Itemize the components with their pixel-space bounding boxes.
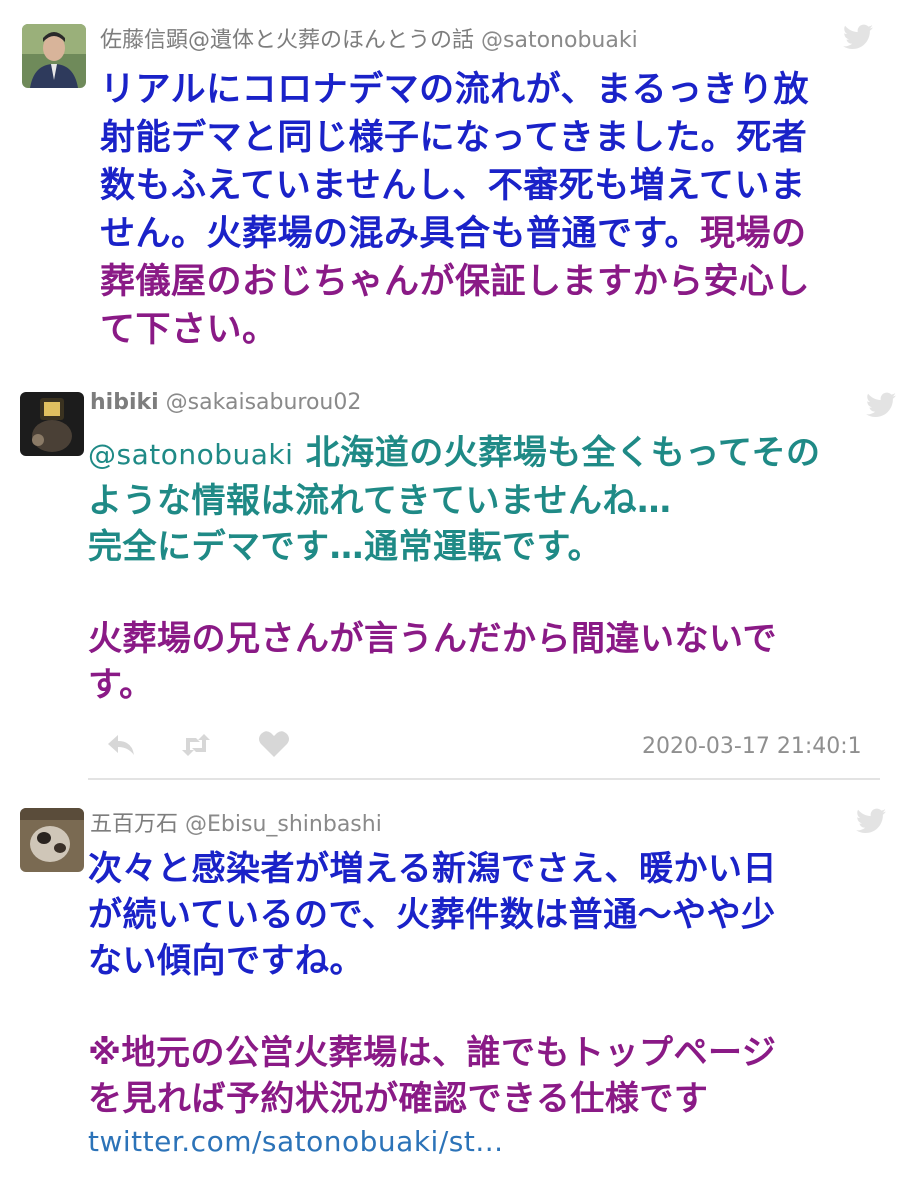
text-segment: 数もふえていませんし、不審死も増えていま bbox=[100, 166, 806, 206]
reply-icon[interactable] bbox=[106, 732, 136, 758]
tweet-line: す。 bbox=[88, 662, 821, 708]
text-segment: せん。火葬場の混み具合も普通です。 bbox=[100, 214, 701, 254]
text-segment: 射能デマと同じ様子になってきました。死者 bbox=[100, 118, 808, 158]
tweet-body: 次々と感染者が増える新潟でさえ、暖かい日 が続いているので、火葬件数は普通〜やや… bbox=[88, 846, 777, 1162]
tweet-line bbox=[88, 984, 777, 1030]
text-segment: 火葬場の兄さんが言うんだから間違いないで bbox=[88, 619, 777, 659]
text-segment: ※地元の公営火葬場は、誰でもトップページ bbox=[88, 1033, 777, 1073]
tweet-link[interactable]: twitter.com/satonobuaki/st... bbox=[88, 1122, 777, 1162]
tweet-line: 火葬場の兄さんが言うんだから間違いないで bbox=[88, 616, 821, 662]
text-segment: が続いているので、火葬件数は普通〜やや少 bbox=[88, 895, 776, 935]
text-segment: 北海道の火葬場も全くもってその bbox=[305, 433, 821, 473]
display-name[interactable]: 佐藤信顕@遺体と火葬のほんとうの話 bbox=[100, 28, 474, 53]
text-segment: す。 bbox=[88, 665, 154, 705]
tweet-line: リアルにコロナデマの流れが、まるっきり放 bbox=[100, 66, 810, 114]
text-segment: て下さい。 bbox=[100, 310, 278, 350]
tweet-line: 射能デマと同じ様子になってきました。死者 bbox=[100, 114, 810, 162]
twitter-bird-icon bbox=[856, 808, 886, 833]
avatar[interactable] bbox=[22, 24, 86, 88]
tweet-line: ない傾向ですね。 bbox=[88, 938, 777, 984]
tweet-line: @satonobuaki 北海道の火葬場も全くもってその bbox=[88, 430, 821, 478]
tweet-line: 葬儀屋のおじちゃんが保証しますから安心し bbox=[100, 258, 810, 306]
retweet-icon[interactable] bbox=[180, 732, 212, 758]
tweet-header: 五百万石 @Ebisu_shinbashi bbox=[90, 806, 382, 838]
tweet-3: 五百万石 @Ebisu_shinbashi 次々と感染者が増える新潟でさえ、暖か… bbox=[0, 790, 900, 1200]
tweet-line: が続いているので、火葬件数は普通〜やや少 bbox=[88, 892, 777, 938]
divider bbox=[88, 778, 880, 780]
display-name[interactable]: hibiki bbox=[90, 390, 159, 415]
tweet-2: hibiki @sakaisaburou02 @satonobuaki 北海道の… bbox=[0, 370, 900, 780]
text-segment: 現場の bbox=[700, 214, 807, 254]
like-icon[interactable] bbox=[258, 730, 290, 758]
tweet-line: せん。火葬場の混み具合も普通です。現場の bbox=[100, 210, 810, 258]
text-segment: ない傾向ですね。 bbox=[88, 941, 364, 981]
tweet-line bbox=[88, 570, 821, 616]
tweet-body: @satonobuaki 北海道の火葬場も全くもってその ような情報は流れてきて… bbox=[88, 430, 821, 708]
text-segment: 完全にデマです…通常運転です。 bbox=[88, 527, 603, 567]
twitter-bird-icon bbox=[866, 392, 896, 417]
tweet-1: 佐藤信顕@遺体と火葬のほんとうの話 @satonobuaki リアルにコロナデマ… bbox=[0, 0, 900, 370]
mention-link[interactable]: @satonobuaki bbox=[88, 438, 293, 471]
text-segment: 次々と感染者が増える新潟でさえ、暖かい日 bbox=[88, 849, 777, 889]
twitter-bird-icon bbox=[843, 24, 873, 49]
text-segment: 葬儀屋のおじちゃんが保証しますから安心し bbox=[100, 262, 811, 302]
tweet-header: 佐藤信顕@遺体と火葬のほんとうの話 @satonobuaki bbox=[100, 22, 638, 54]
tweet-line: 数もふえていませんし、不審死も増えていま bbox=[100, 162, 810, 210]
handle[interactable]: @Ebisu_shinbashi bbox=[185, 812, 382, 837]
tweet-line: て下さい。 bbox=[100, 306, 810, 354]
handle[interactable]: @sakaisaburou02 bbox=[166, 390, 362, 415]
text-segment: ような情報は流れてきていませんね… bbox=[88, 481, 672, 521]
tweet-line: 完全にデマです…通常運転です。 bbox=[88, 524, 821, 570]
tweet-body: リアルにコロナデマの流れが、まるっきり放 射能デマと同じ様子になってきました。死… bbox=[100, 66, 810, 354]
handle[interactable]: @satonobuaki bbox=[481, 28, 638, 53]
tweet-line: ような情報は流れてきていませんね… bbox=[88, 478, 821, 524]
timestamp[interactable]: 2020-03-17 21:40:1 bbox=[642, 734, 862, 759]
avatar[interactable] bbox=[20, 392, 84, 456]
tweet-line: ※地元の公営火葬場は、誰でもトップページ bbox=[88, 1030, 777, 1076]
text-segment: を見れば予約状況が確認できる仕様です bbox=[88, 1079, 709, 1119]
tweet-line: 次々と感染者が増える新潟でさえ、暖かい日 bbox=[88, 846, 777, 892]
tweet-header: hibiki @sakaisaburou02 bbox=[90, 390, 361, 415]
text-segment: リアルにコロナデマの流れが、まるっきり放 bbox=[100, 70, 809, 110]
display-name[interactable]: 五百万石 bbox=[90, 812, 178, 837]
avatar[interactable] bbox=[20, 808, 84, 872]
tweet-line: を見れば予約状況が確認できる仕様です bbox=[88, 1076, 777, 1122]
